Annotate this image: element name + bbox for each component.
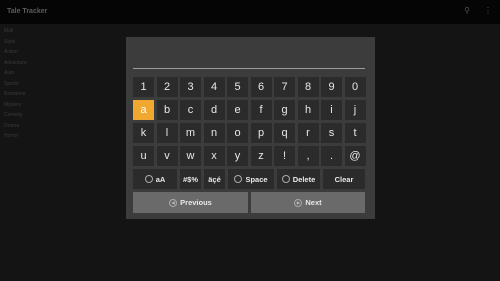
key-5[interactable]: 5 — [227, 77, 248, 97]
remote-button-icon — [281, 175, 290, 183]
key-w[interactable]: w — [180, 146, 201, 166]
key-t[interactable]: t — [344, 123, 366, 143]
key-i[interactable]: i — [321, 100, 342, 120]
key-,[interactable]: , — [297, 146, 319, 166]
background-list-item: Mystery — [4, 101, 22, 108]
key-f[interactable]: f — [250, 100, 272, 120]
key-p[interactable]: p — [250, 123, 272, 143]
key-v[interactable]: v — [156, 146, 178, 166]
key-u[interactable]: u — [133, 146, 154, 166]
background-list-item: Horror — [4, 133, 19, 139]
previous-button[interactable]: ◀ Previous — [133, 192, 248, 213]
key-8[interactable]: 8 — [297, 77, 319, 97]
delete-label: Delete — [292, 174, 316, 184]
case-toggle-label: aA — [155, 174, 166, 184]
key-y[interactable]: y — [227, 146, 248, 166]
key-.[interactable]: . — [321, 146, 342, 166]
background-list-item: Romance — [4, 91, 26, 97]
remote-button-icon — [234, 175, 243, 183]
key-h[interactable]: h — [297, 100, 319, 120]
key-m[interactable]: m — [180, 123, 201, 143]
key-r[interactable]: r — [297, 123, 319, 143]
key-b[interactable]: b — [156, 100, 178, 120]
fast-forward-icon: ▶ — [294, 198, 303, 207]
previous-label: Previous — [180, 198, 212, 207]
key-9[interactable]: 9 — [321, 77, 342, 97]
key-3[interactable]: 3 — [180, 77, 201, 97]
key-o[interactable]: o — [227, 123, 248, 143]
background-list-item: Mall — [4, 28, 14, 34]
key-n[interactable]: n — [203, 123, 225, 143]
delete-key[interactable]: Delete — [277, 169, 320, 189]
key-j[interactable]: j — [344, 100, 366, 120]
key-c[interactable]: c — [180, 100, 201, 120]
key-x[interactable]: x — [203, 146, 225, 166]
background-list-item: Comedy — [4, 112, 23, 118]
background-list-item: Action — [4, 49, 18, 55]
case-toggle-key[interactable]: aA — [133, 169, 177, 189]
key-e[interactable]: e — [227, 100, 248, 120]
search-input[interactable] — [133, 44, 365, 69]
background-list-item: Style — [4, 38, 16, 45]
clear-key[interactable]: Clear — [323, 169, 365, 189]
space-label: Space — [245, 174, 268, 184]
next-label: Next — [305, 198, 322, 207]
key-4[interactable]: 4 — [203, 77, 225, 97]
key-0[interactable]: 0 — [344, 77, 366, 97]
more-vertical-icon[interactable]: ⋮ — [484, 6, 492, 16]
background-list-item: Sports — [4, 80, 19, 87]
key-g[interactable]: g — [274, 100, 295, 120]
space-key[interactable]: Space — [228, 169, 274, 189]
key-s[interactable]: s — [321, 123, 342, 143]
key-l[interactable]: l — [156, 123, 178, 143]
symbols-key[interactable]: #$% — [180, 169, 201, 189]
app-title: Tale Tracker — [7, 8, 48, 15]
key-k[interactable]: k — [133, 123, 154, 143]
rewind-icon: ◀ — [169, 198, 178, 207]
accents-key[interactable]: äçé — [204, 169, 225, 189]
background-list-item: Adventure — [4, 59, 27, 66]
remote-button-icon — [144, 175, 153, 183]
key-@[interactable]: @ — [344, 146, 366, 166]
key-d[interactable]: d — [203, 100, 225, 120]
background-category-list: Mall Style Action Adventure Auto Sports … — [4, 26, 64, 142]
key-1[interactable]: 1 — [133, 77, 154, 97]
top-bar: Tale Tracker ⚲ ⋮ — [0, 0, 500, 24]
key-2[interactable]: 2 — [156, 77, 178, 97]
key-7[interactable]: 7 — [274, 77, 295, 97]
key-z[interactable]: z — [250, 146, 272, 166]
background-list-item: Drama — [4, 122, 20, 129]
key-a[interactable]: a — [133, 100, 154, 120]
search-icon[interactable]: ⚲ — [463, 6, 471, 16]
key-![interactable]: ! — [274, 146, 295, 166]
key-6[interactable]: 6 — [250, 77, 272, 97]
background-list-item: Auto — [4, 70, 15, 76]
next-button[interactable]: ▶ Next — [251, 192, 365, 213]
key-q[interactable]: q — [274, 123, 295, 143]
